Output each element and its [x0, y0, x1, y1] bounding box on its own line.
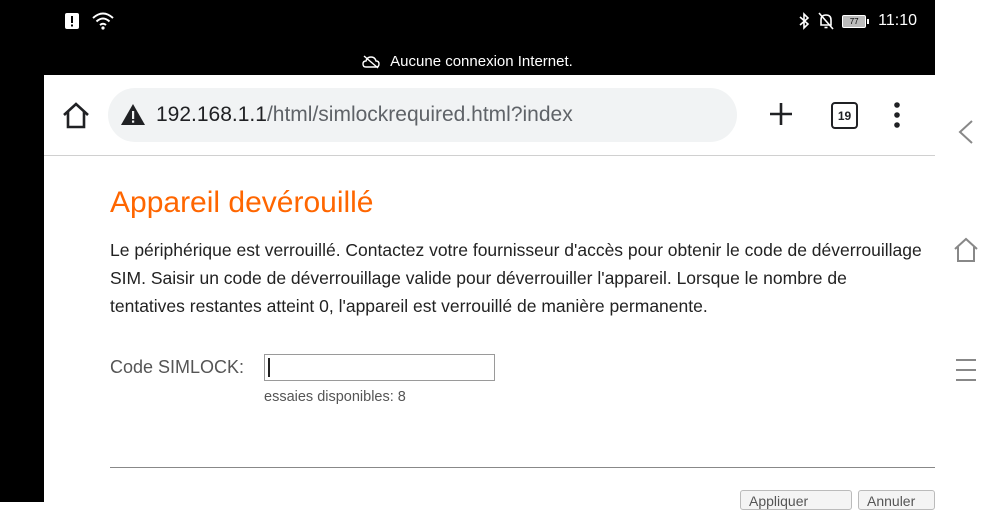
offline-banner: Aucune connexion Internet.: [0, 48, 935, 75]
warning-icon[interactable]: [120, 102, 146, 128]
clock: 11:10: [878, 12, 917, 29]
cancel-button[interactable]: Annuler: [858, 490, 935, 510]
battery-icon: 77: [842, 14, 870, 28]
url-path: /html/simlockrequired.html?index: [266, 103, 573, 126]
apply-button[interactable]: Appliquer: [740, 490, 852, 510]
left-frame: [0, 75, 44, 502]
new-tab-icon[interactable]: [765, 98, 797, 130]
url-text[interactable]: 192.168.1.1/html/simlockrequired.html?in…: [156, 103, 573, 127]
more-menu-icon[interactable]: [886, 100, 908, 130]
status-bar: 77 11:10: [0, 0, 935, 48]
page-description: Le périphérique est verrouillé. Contacte…: [110, 240, 922, 316]
alert-icon: [65, 13, 79, 29]
address-bar[interactable]: 192.168.1.1/html/simlockrequired.html?in…: [108, 88, 737, 142]
back-icon[interactable]: [952, 118, 980, 146]
wifi-icon: [92, 12, 114, 30]
attempts-remaining: essaies disponibles: 8: [264, 389, 406, 405]
page-title: Appareil devérouillé: [110, 186, 374, 219]
url-host: 192.168.1.1: [156, 103, 267, 126]
text-caret: [268, 358, 270, 377]
status-left-icons: [64, 12, 114, 30]
status-right-icons: 77 11:10: [798, 12, 917, 30]
simlock-code-label: Code SIMLOCK:: [110, 357, 245, 377]
simlock-code-input[interactable]: [264, 354, 495, 381]
home-icon[interactable]: [60, 100, 92, 132]
bluetooth-icon: [799, 12, 810, 30]
nav-home-icon[interactable]: [952, 236, 980, 264]
content-divider: [110, 467, 935, 468]
cloud-off-icon: [362, 54, 380, 69]
offline-text: Aucune connexion Internet.: [390, 53, 573, 70]
bell-off-icon: [818, 12, 834, 30]
tab-switcher-button[interactable]: 19: [831, 102, 858, 129]
recents-icon[interactable]: [954, 356, 978, 384]
